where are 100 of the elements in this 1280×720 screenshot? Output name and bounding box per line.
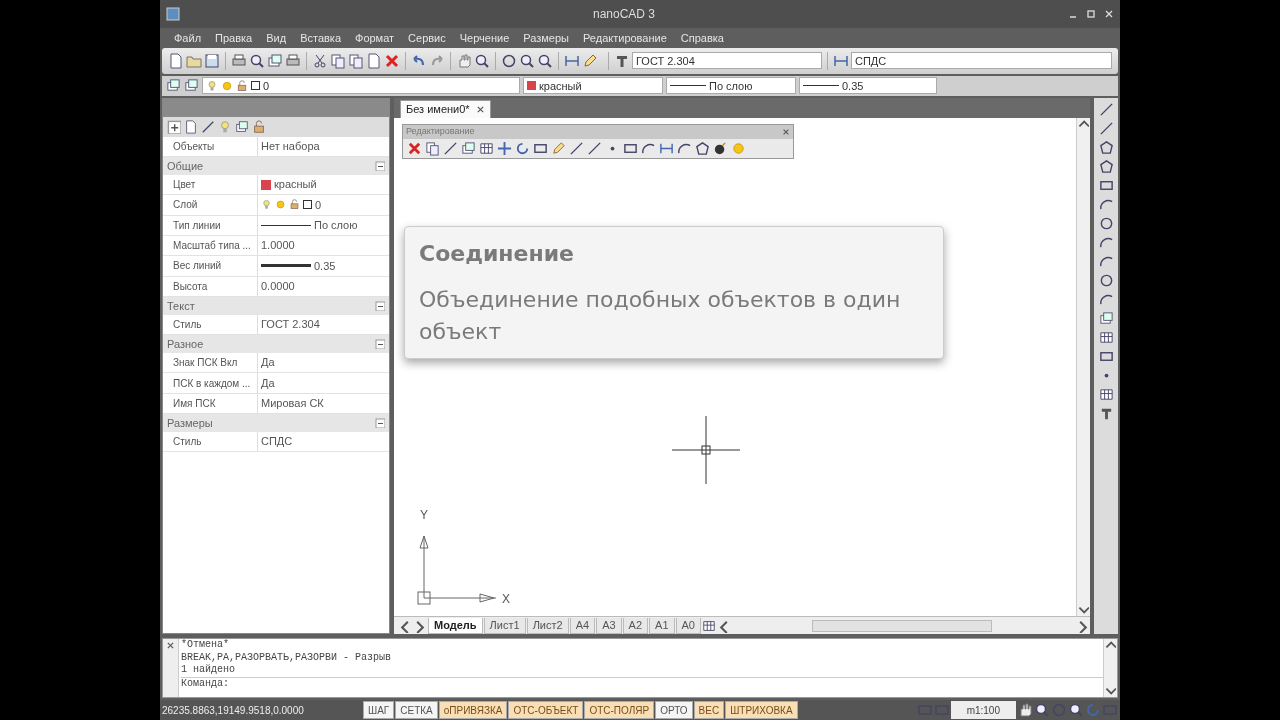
- new-file-icon[interactable]: [168, 52, 184, 69]
- document-tab[interactable]: Без имени0*: [400, 99, 491, 118]
- print-preview-icon[interactable]: [249, 52, 265, 69]
- next-sheet-icon[interactable]: [413, 618, 427, 633]
- line-sample: [261, 264, 311, 268]
- text-style-combo[interactable]: ГОСТ 2.304: [632, 52, 822, 70]
- menu-item[interactable]: Вид: [266, 29, 287, 47]
- zoom-previous-icon[interactable]: [519, 52, 535, 69]
- erase-icon[interactable]: [407, 140, 422, 156]
- lineweight-combo[interactable]: 0.35: [799, 77, 937, 95]
- property-value[interactable]: По слою: [314, 217, 358, 234]
- dimension-style-combo[interactable]: СПДС: [851, 52, 1112, 70]
- bomb-icon[interactable]: [713, 140, 728, 156]
- annotation-scale[interactable]: m1:100: [950, 701, 1016, 719]
- app-icon: [166, 6, 180, 21]
- group-header[interactable]: Разное: [167, 335, 204, 353]
- property-label: Масштаб типа ...: [163, 235, 258, 256]
- property-label: ПСК в каждом ...: [163, 373, 258, 393]
- layer-combo[interactable]: 0: [202, 77, 520, 95]
- close-icon[interactable]: [782, 127, 790, 136]
- close-icon[interactable]: [166, 641, 175, 651]
- sheet-tab[interactable]: A0: [675, 617, 701, 634]
- menu-item[interactable]: Черчение: [459, 29, 510, 47]
- property-value[interactable]: 0.0000: [261, 277, 295, 295]
- menu-item[interactable]: Справка: [680, 29, 724, 47]
- property-value[interactable]: 1.0000: [261, 237, 295, 254]
- zoom-icon[interactable]: [474, 52, 490, 69]
- zoom-icon[interactable]: [1034, 702, 1050, 718]
- zoom-extents-icon[interactable]: [1068, 702, 1084, 718]
- vertical-scrollbar[interactable]: [1076, 117, 1090, 617]
- menu-item[interactable]: Вставка: [300, 29, 341, 47]
- group-header[interactable]: Общие: [167, 157, 204, 175]
- sheet-tab[interactable]: Лист2: [526, 617, 569, 634]
- maximize-icon[interactable]: [1086, 8, 1096, 19]
- status-toggle[interactable]: оПРИВЯЗКА: [438, 701, 508, 719]
- sheet-tab[interactable]: A4: [569, 617, 596, 634]
- status-toggle[interactable]: ОТС-ОБЪЕКТ: [508, 701, 584, 719]
- property-value[interactable]: Мировая СК: [261, 395, 324, 412]
- collapse-icon[interactable]: [375, 418, 385, 428]
- status-toggle[interactable]: ВЕС: [693, 701, 725, 719]
- polygon-icon[interactable]: [1098, 158, 1114, 174]
- menu-item[interactable]: Размеры: [523, 29, 569, 47]
- lock-icon: [236, 79, 248, 92]
- property-label: Имя ПСК: [163, 393, 258, 413]
- menu-item[interactable]: Сервис: [408, 29, 446, 47]
- sheet-tab[interactable]: A2: [622, 617, 649, 634]
- collapse-icon[interactable]: [375, 339, 385, 350]
- scroll-left-icon[interactable]: [717, 618, 731, 633]
- property-value[interactable]: Нет набора: [261, 138, 320, 155]
- sheet-tab[interactable]: A1: [649, 617, 675, 634]
- property-value[interactable]: 0.35: [314, 257, 336, 275]
- status-toggle[interactable]: ШАГ: [363, 701, 395, 719]
- command-history-line: 1 найдено: [181, 664, 236, 677]
- close-icon[interactable]: [475, 104, 485, 114]
- menu-item[interactable]: Редактирование: [583, 29, 667, 47]
- collapse-icon[interactable]: [375, 161, 385, 171]
- close-icon[interactable]: [1104, 8, 1114, 19]
- move-icon[interactable]: [497, 140, 512, 156]
- rotate-icon[interactable]: [515, 140, 530, 156]
- line-icon[interactable]: [1098, 101, 1114, 117]
- line-sample: [261, 224, 311, 226]
- linetype-combo[interactable]: По слою: [666, 77, 796, 95]
- property-value[interactable]: СПДС: [261, 433, 293, 450]
- property-value[interactable]: Да: [261, 354, 275, 371]
- menu-item[interactable]: Формат: [355, 29, 395, 47]
- window-title: nanoCAD 3: [591, 5, 656, 23]
- scissors-icon[interactable]: [312, 52, 328, 69]
- save-icon[interactable]: [204, 52, 220, 69]
- property-value[interactable]: ГОСТ 2.304: [261, 316, 320, 333]
- sheet-tab[interactable]: A3: [596, 617, 622, 634]
- circle-icon[interactable]: [1098, 215, 1114, 231]
- property-label: Тип линии: [163, 215, 258, 235]
- group-header[interactable]: Текст: [167, 297, 195, 315]
- zoom-extents-icon[interactable]: [537, 52, 553, 69]
- collapse-icon[interactable]: [375, 300, 385, 311]
- delete-icon[interactable]: [384, 52, 400, 69]
- printer-icon[interactable]: [231, 52, 247, 69]
- previous-sheet-icon[interactable]: [398, 618, 412, 633]
- status-toggle[interactable]: СЕТКА: [395, 701, 438, 719]
- sheet-tab[interactable]: Модель: [428, 617, 483, 634]
- scroll-right-icon[interactable]: [1076, 618, 1090, 633]
- pan-icon[interactable]: [1017, 702, 1033, 718]
- menu-item[interactable]: Файл: [174, 29, 202, 47]
- color-combo[interactable]: красный: [523, 77, 663, 95]
- status-toggle[interactable]: ОТС-ПОЛЯР: [584, 701, 655, 719]
- status-toggle[interactable]: ШТРИХОВКА: [725, 701, 798, 719]
- select-objects-icon[interactable]: [167, 119, 181, 134]
- property-label: Знак ПСК Вкл: [163, 353, 258, 373]
- menu-item[interactable]: Правка: [215, 29, 253, 47]
- property-value[interactable]: 0: [315, 196, 322, 214]
- status-toggle[interactable]: ОРТО: [655, 701, 693, 719]
- lock-icon[interactable]: [252, 119, 266, 134]
- property-value[interactable]: красный: [274, 176, 317, 193]
- polyline-icon[interactable]: [1098, 139, 1114, 155]
- horizontal-scrollbar-thumb[interactable]: [812, 619, 992, 632]
- property-value[interactable]: Да: [261, 374, 275, 392]
- command-prompt[interactable]: Команда:: [181, 676, 1103, 691]
- sheet-tab[interactable]: Лист1: [483, 617, 526, 634]
- pencil-icon[interactable]: [582, 52, 598, 69]
- command-scrollbar[interactable]: [1103, 639, 1117, 698]
